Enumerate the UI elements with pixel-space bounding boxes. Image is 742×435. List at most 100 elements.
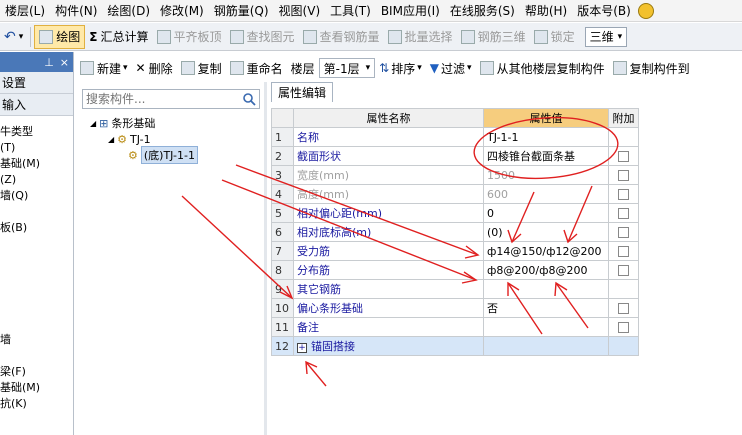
- module-item[interactable]: 板(B): [0, 220, 73, 236]
- property-row[interactable]: 9 其它钢筋: [271, 279, 639, 299]
- tree-node-child[interactable]: ◢ ⚙ TJ-1: [108, 131, 151, 147]
- draw-button[interactable]: 绘图: [34, 24, 86, 49]
- copy-to-button[interactable]: 复制构件到: [609, 56, 694, 80]
- property-row[interactable]: 12 + 锚固搭接: [271, 336, 639, 356]
- tab-input[interactable]: 输入: [0, 94, 73, 116]
- menu-component[interactable]: 构件(N): [50, 2, 102, 19]
- smiley-icon[interactable]: [637, 2, 654, 19]
- property-name[interactable]: 高度(mm): [293, 184, 484, 204]
- property-row[interactable]: 11 备注: [271, 317, 639, 337]
- view-rebar-button[interactable]: 查看钢筋量: [299, 25, 384, 49]
- property-row[interactable]: 10 偏心条形基础 否: [271, 298, 639, 318]
- add-checkbox[interactable]: [618, 265, 629, 276]
- add-checkbox[interactable]: [618, 303, 629, 314]
- property-name[interactable]: 宽度(mm): [293, 165, 484, 185]
- property-name[interactable]: 分布筋: [293, 260, 484, 280]
- property-row[interactable]: 4 高度(mm) 600: [271, 184, 639, 204]
- menu-modify[interactable]: 修改(M): [155, 2, 209, 19]
- property-value[interactable]: ф14@150/ф12@200: [483, 241, 609, 261]
- undo-button[interactable]: ↶ ▾: [0, 25, 27, 49]
- property-name[interactable]: 其它钢筋: [293, 279, 484, 299]
- menu-online[interactable]: 在线服务(S): [445, 2, 520, 19]
- expand-icon[interactable]: +: [297, 343, 307, 353]
- property-row[interactable]: 2 截面形状 四棱锥台截面条基: [271, 146, 639, 166]
- property-value[interactable]: (0): [483, 222, 609, 242]
- property-value[interactable]: TJ-1-1: [483, 127, 609, 147]
- add-checkbox[interactable]: [618, 151, 629, 162]
- add-checkbox[interactable]: [618, 246, 629, 257]
- menu-view[interactable]: 视图(V): [274, 2, 326, 19]
- module-item[interactable]: [0, 236, 73, 252]
- property-name[interactable]: 截面形状: [293, 146, 484, 166]
- copy-button[interactable]: 复制: [177, 56, 226, 80]
- property-row[interactable]: 8 分布筋 ф8@200/ф8@200: [271, 260, 639, 280]
- tab-property-edit[interactable]: 属性编辑: [271, 82, 334, 102]
- new-button[interactable]: 新建 ▾: [76, 56, 132, 80]
- property-value[interactable]: ф8@200/ф8@200: [483, 260, 609, 280]
- add-checkbox[interactable]: [618, 322, 629, 333]
- tree-node-root[interactable]: ◢ ⊞ 条形基础: [90, 115, 155, 131]
- floor-select[interactable]: 第-1层 ▾: [318, 58, 376, 78]
- property-row[interactable]: 7 受力筋 ф14@150/ф12@200: [271, 241, 639, 261]
- add-checkbox[interactable]: [618, 170, 629, 181]
- rename-button[interactable]: 重命名: [226, 56, 287, 80]
- lock-button[interactable]: 锁定: [530, 25, 579, 49]
- delete-button[interactable]: ✕ 删除: [132, 56, 177, 80]
- level-top-button[interactable]: 平齐板顶: [153, 25, 226, 49]
- module-item[interactable]: [0, 300, 73, 316]
- property-value[interactable]: [483, 317, 609, 337]
- property-row[interactable]: 3 宽度(mm) 1500: [271, 165, 639, 185]
- menu-draw[interactable]: 绘图(D): [102, 2, 155, 19]
- property-value[interactable]: [483, 336, 609, 356]
- property-row[interactable]: 1 名称 TJ-1-1: [271, 127, 639, 147]
- property-value[interactable]: [483, 279, 609, 299]
- module-item[interactable]: [0, 284, 73, 300]
- module-item[interactable]: [0, 268, 73, 284]
- module-item[interactable]: [0, 348, 73, 364]
- property-name[interactable]: 受力筋: [293, 241, 484, 261]
- search-input[interactable]: [83, 90, 233, 108]
- module-item[interactable]: 抗(K): [0, 396, 73, 412]
- module-item[interactable]: 墙: [0, 332, 73, 348]
- menu-bim[interactable]: BIM应用(I): [376, 2, 445, 19]
- copy-from-floor-button[interactable]: 从其他楼层复制构件: [476, 56, 609, 80]
- batch-select-button[interactable]: 批量选择: [384, 25, 457, 49]
- property-row[interactable]: 5 相对偏心距(mm) 0: [271, 203, 639, 223]
- property-value[interactable]: 四棱锥台截面条基: [483, 146, 609, 166]
- rebar-3d-button[interactable]: 钢筋三维: [457, 25, 530, 49]
- add-checkbox[interactable]: [618, 189, 629, 200]
- module-item[interactable]: [0, 316, 73, 332]
- module-item[interactable]: 梁(F): [0, 364, 73, 380]
- property-value[interactable]: 否: [483, 298, 609, 318]
- tree-node-leaf[interactable]: ⚙ (底)TJ-1-1: [128, 146, 198, 164]
- tab-settings[interactable]: 设置: [0, 72, 73, 94]
- menu-floor[interactable]: 楼层(L): [0, 2, 50, 19]
- add-checkbox[interactable]: [618, 227, 629, 238]
- add-checkbox[interactable]: [618, 208, 629, 219]
- property-value[interactable]: 1500: [483, 165, 609, 185]
- module-item[interactable]: [0, 204, 73, 220]
- menu-tools[interactable]: 工具(T): [325, 2, 376, 19]
- property-name[interactable]: + 锚固搭接: [293, 336, 484, 356]
- menu-help[interactable]: 帮助(H): [520, 2, 572, 19]
- module-item[interactable]: 牛类型: [0, 124, 73, 140]
- sort-button[interactable]: ⇅ 排序 ▾: [375, 56, 426, 80]
- module-item[interactable]: 墙(Q): [0, 188, 73, 204]
- property-name[interactable]: 偏心条形基础: [293, 298, 484, 318]
- property-row[interactable]: 6 相对底标高(m) (0): [271, 222, 639, 242]
- module-item[interactable]: [0, 252, 73, 268]
- collapse-icon[interactable]: ◢: [108, 135, 114, 144]
- find-button[interactable]: 查找图元: [226, 25, 299, 49]
- property-value[interactable]: 0: [483, 203, 609, 223]
- module-item[interactable]: 基础(M): [0, 156, 73, 172]
- menu-rebar[interactable]: 钢筋量(Q): [209, 2, 274, 19]
- filter-button[interactable]: ▼ 过滤 ▾: [426, 56, 476, 80]
- menu-version[interactable]: 版本号(B): [572, 2, 636, 19]
- view-mode-select[interactable]: 三维 ▾: [584, 26, 628, 47]
- summary-button[interactable]: Σ 汇总计算: [85, 25, 152, 49]
- property-name[interactable]: 相对底标高(m): [293, 222, 484, 242]
- property-value[interactable]: 600: [483, 184, 609, 204]
- module-item[interactable]: (T): [0, 140, 73, 156]
- close-icon[interactable]: ×: [60, 56, 69, 69]
- collapse-icon[interactable]: ◢: [90, 119, 96, 128]
